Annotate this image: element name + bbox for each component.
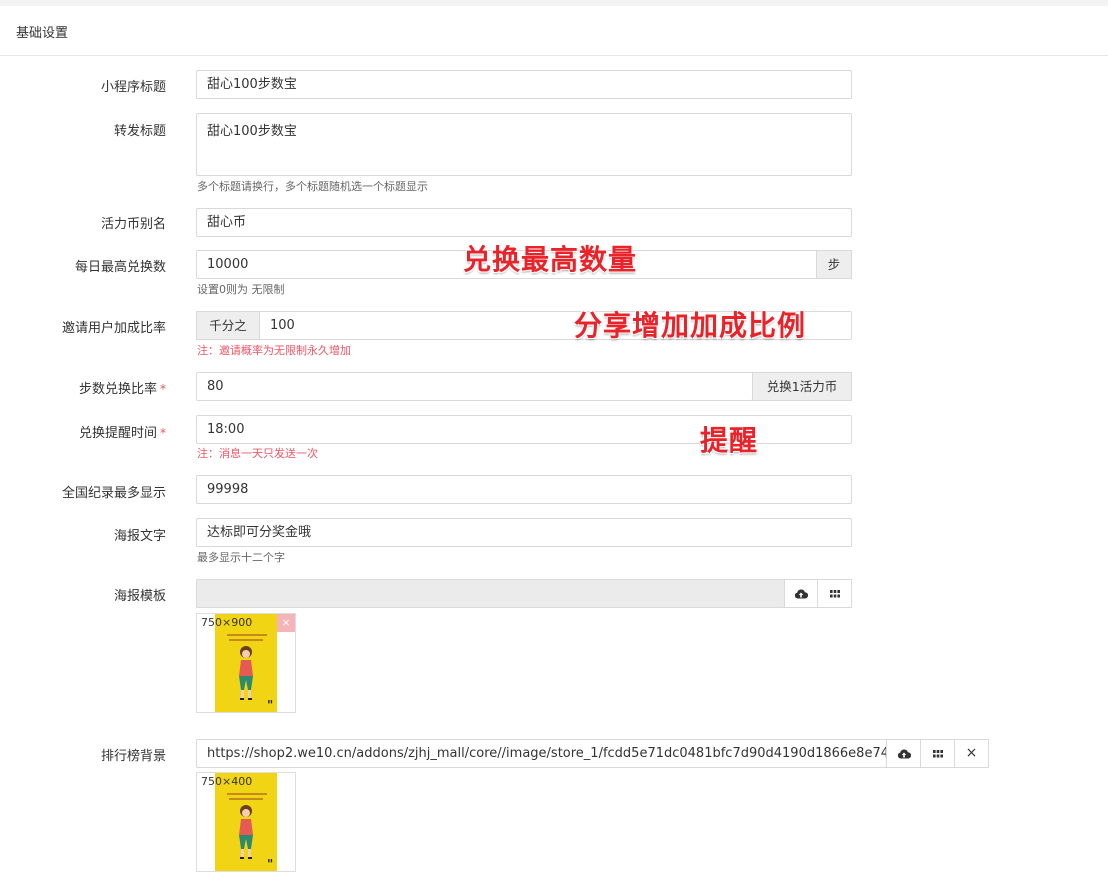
poster-text-help: 最多显示十二个字	[197, 551, 285, 564]
daily-max-label: 每日最高兑换数	[74, 260, 166, 275]
share-title-label: 转发标题	[113, 124, 166, 139]
remind-time-help: 注：消息一天只发送一次	[197, 447, 318, 460]
mp-title-label: 小程序标题	[100, 80, 166, 95]
national-max-label: 全国纪录最多显示	[61, 486, 166, 501]
rank-bg-input[interactable]: https://shop2.we10.cn/addons/zjhj_mall/c…	[196, 739, 887, 768]
coin-alias-input[interactable]: 甜心币	[196, 208, 852, 237]
annotation-max-exchange: 兑换最高数量	[463, 243, 638, 276]
national-max-input[interactable]: 99998	[196, 475, 852, 504]
rank-thumbnail: " 750×400	[196, 772, 296, 872]
poster-remove-button[interactable]: ×	[277, 614, 295, 632]
annotation-remind: 提醒	[700, 424, 759, 457]
share-title-help: 多个标题请换行，多个标题随机选一个标题显示	[197, 180, 428, 193]
step-ratio-input[interactable]: 80	[196, 372, 753, 401]
cloud-upload-icon	[794, 588, 809, 598]
share-title-textarea[interactable]: 甜心100步数宝	[196, 113, 852, 176]
quote-mark: "	[267, 857, 274, 871]
panel-header: 基础设置	[0, 6, 1108, 56]
poster-text-label: 海报文字	[113, 529, 166, 544]
invite-rate-prefix: 千分之	[196, 311, 260, 340]
rank-upload-button[interactable]	[886, 739, 921, 768]
poster-thumbnail: " 750×900 ×	[196, 613, 296, 713]
rank-bg-label: 排行榜背景	[100, 749, 166, 764]
poster-tpl-input[interactable]	[196, 579, 785, 608]
poster-size-label: 750×900	[201, 616, 253, 629]
rank-size-label: 750×400	[201, 775, 253, 788]
remind-time-label: 兑换提醒时间 *	[78, 426, 166, 441]
grid-icon	[932, 749, 943, 757]
poster-tpl-label: 海报模板	[113, 589, 166, 604]
annotation-share-ratio: 分享增加加成比例	[574, 309, 807, 342]
invite-rate-label: 邀请用户加成比率	[61, 321, 166, 336]
quote-mark: "	[267, 698, 274, 712]
daily-max-help: 设置0则为 无限制	[197, 283, 285, 296]
poster-upload-button[interactable]	[784, 579, 818, 608]
step-ratio-suffix: 兑换1活力币	[752, 372, 852, 401]
mp-title-input[interactable]: 甜心100步数宝	[196, 70, 852, 99]
cloud-upload-icon	[897, 748, 911, 758]
daily-max-suffix: 步	[816, 250, 852, 279]
invite-rate-help: 注：邀请概率为无限制永久增加	[197, 344, 351, 357]
panel-title: 基础设置	[16, 26, 69, 41]
poster-select-button[interactable]	[817, 579, 852, 608]
rank-select-button[interactable]	[920, 739, 955, 768]
required-marker: *	[160, 426, 166, 440]
poster-text-input[interactable]: 达标即可分奖金哦	[196, 518, 852, 547]
coin-alias-label: 活力币别名	[100, 217, 166, 232]
required-marker: *	[160, 382, 166, 396]
rank-clear-button[interactable]: ×	[954, 739, 989, 768]
step-ratio-label: 步数兑换比率 *	[78, 382, 166, 397]
grid-icon	[829, 589, 840, 597]
